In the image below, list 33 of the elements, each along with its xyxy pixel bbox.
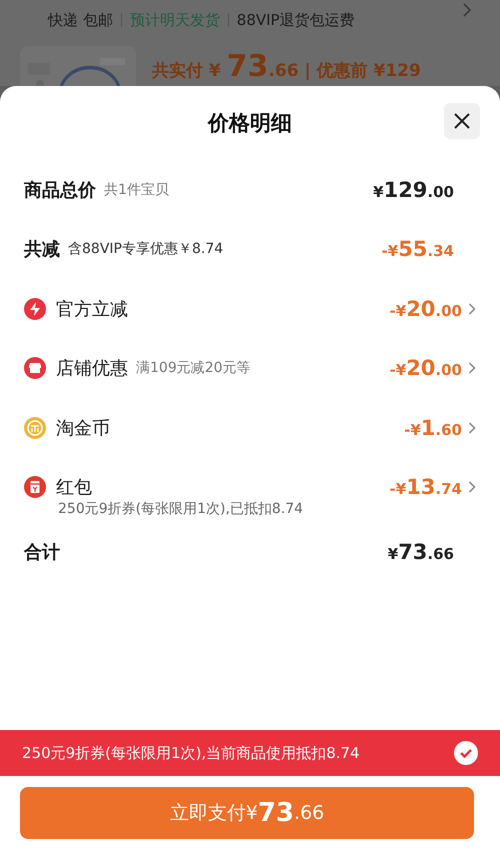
row-label: 店铺优惠 <box>56 357 128 380</box>
row-label: 红包 <box>56 476 92 500</box>
row-label: 共减 <box>24 238 60 262</box>
coupon-text: 250元9折券(每张限用1次),当前商品使用抵扣8.74 <box>22 744 360 762</box>
row-note: 满109元减20元等 <box>136 359 251 378</box>
row-label: 淘金币 <box>56 416 110 440</box>
row-note: 含88VIP专享优惠￥8.74 <box>68 240 224 258</box>
close-icon <box>454 113 470 129</box>
row-note: 共1件宝贝 <box>104 180 169 199</box>
amount: ¥129.00 <box>373 178 454 202</box>
amount: -¥20.00 <box>390 296 462 321</box>
row-label: 合计 <box>24 540 60 564</box>
chevron-icon[interactable] <box>468 302 476 316</box>
paid-price: 共实付 ¥ 73.66 | 优惠前 ¥129 <box>152 52 421 86</box>
row-label: 商品总价 <box>24 178 96 202</box>
row-label: 官方立减 <box>56 298 128 321</box>
amount: -¥55.34 <box>382 237 454 262</box>
shipping-tag: 预计明天发货 <box>130 10 220 30</box>
amount: -¥1.60 <box>404 416 462 440</box>
close-button[interactable] <box>444 103 480 139</box>
sheet-title: 价格明细 <box>208 110 292 137</box>
chevron-icon[interactable] <box>468 361 476 376</box>
shipping-tag: 快递 包邮 <box>48 10 113 30</box>
chevron-icon[interactable] <box>468 420 476 435</box>
shipping-tag: 88VIP退货包运费 <box>236 10 355 30</box>
pay-button[interactable]: 立即支付¥73.66 <box>20 787 474 839</box>
amount: -¥13.74 <box>390 475 462 500</box>
chevron-icon[interactable] <box>468 480 476 494</box>
amount: ¥73.66 <box>388 540 454 564</box>
check-icon[interactable] <box>454 741 478 765</box>
chevron-icon[interactable] <box>462 2 472 18</box>
row-detail: 250元9折券(每张限用1次),已抵扣8.74 <box>58 501 304 517</box>
amount: -¥20.00 <box>390 356 462 380</box>
